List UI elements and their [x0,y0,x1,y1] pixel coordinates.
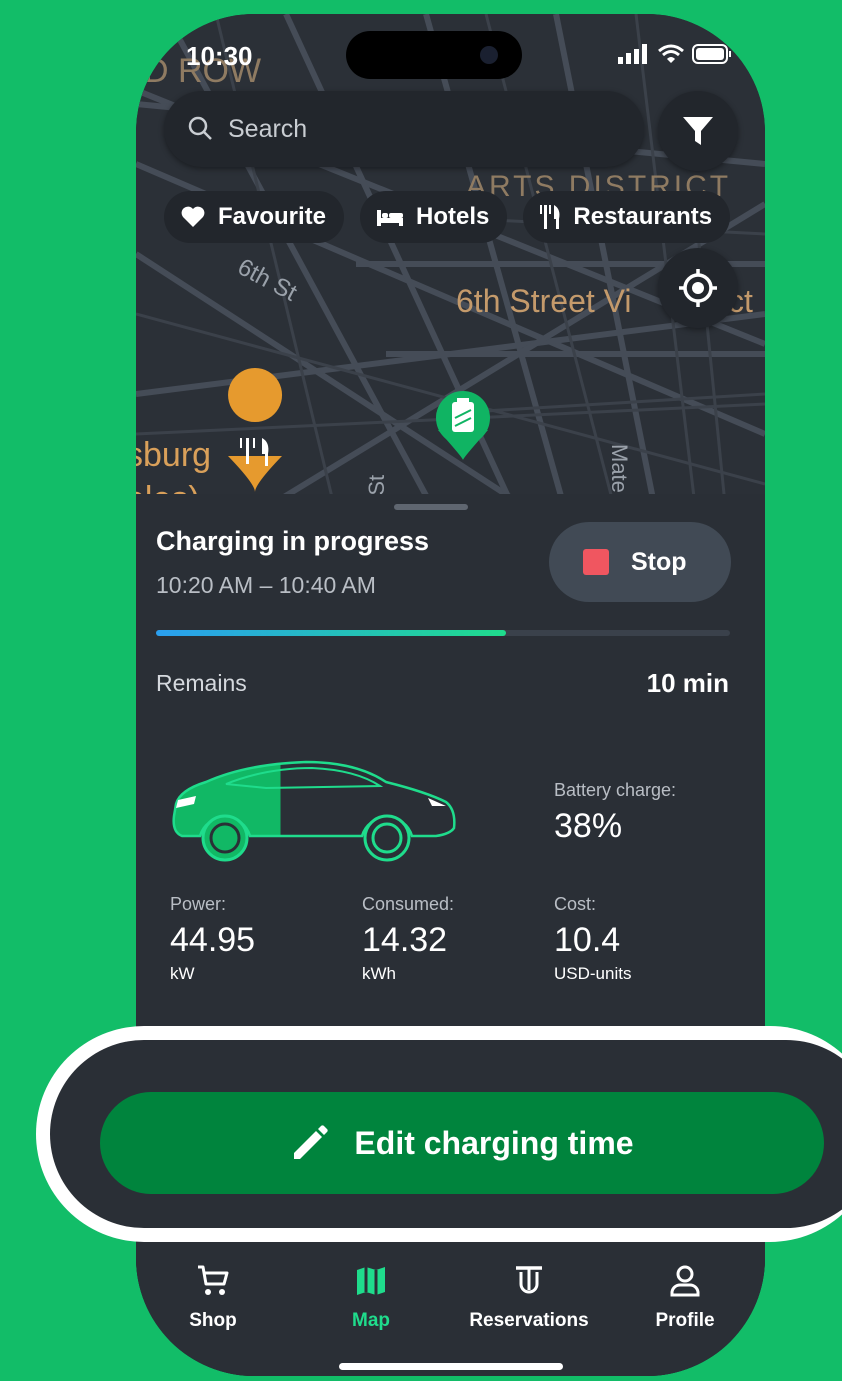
stop-button[interactable]: Stop [549,522,731,602]
battery-icon [692,44,731,64]
tab-reservations[interactable]: Reservations [454,1262,604,1332]
chip-label: Favourite [218,203,327,230]
person-icon [670,1265,700,1297]
chip-label: Restaurants [573,203,713,230]
charging-time-range: 10:20 AM – 10:40 AM [156,572,376,598]
map-label-6th-st: 6th St [233,253,301,306]
search-placeholder: Search [228,114,308,143]
battery-value: 38% [554,807,623,845]
map-label-6th-village: 6th Street Vi [456,283,632,319]
consumed-stat: Consumed: 14.32 kWh [362,894,454,984]
map-label-burg: sburg [136,436,211,474]
filter-icon [683,117,713,145]
power-stat: Power: 44.95 kW [170,894,255,984]
tab-profile[interactable]: Profile [610,1262,760,1332]
status-time: 10:30 [186,41,253,71]
chip-hotels[interactable]: Hotels [360,191,508,243]
fork-knife-icon [540,205,560,229]
battery-stat: Battery charge: 38% [554,780,676,846]
stop-square-icon [583,549,609,575]
consumed-label: Consumed: [362,894,455,914]
tab-label: Reservations [469,1310,589,1331]
home-indicator [339,1363,563,1370]
status-icons [618,44,732,64]
remains-label: Remains [156,670,247,696]
dynamic-island [346,31,522,79]
cost-value: 10.4 [554,921,621,959]
stop-label: Stop [631,547,687,576]
locate-button[interactable] [658,248,738,328]
cart-icon [198,1265,229,1295]
pencil-icon [294,1125,329,1159]
edit-charging-time-button[interactable]: Edit charging time [100,1092,824,1194]
chip-label: Hotels [416,203,490,230]
sheet-handle[interactable] [394,504,468,510]
remains-value: 10 min [646,668,729,698]
tab-shop[interactable]: Shop [138,1262,288,1332]
charging-title: Charging in progress [156,526,430,556]
charging-progress-bar [156,630,730,636]
edit-label: Edit charging time [354,1124,634,1161]
search-icon [188,116,212,140]
car-illustration-icon [172,760,456,862]
heart-icon [181,206,205,227]
wifi-icon [658,44,684,63]
category-chips: Favourite Hotels Restaurants [164,191,731,243]
power-value: 44.95 [170,921,256,959]
chip-restaurants[interactable]: Restaurants [523,191,731,243]
signal-icon [618,44,647,64]
battery-label: Battery charge: [554,780,677,800]
tab-label: Map [352,1310,390,1331]
map-label-mate: Mate [607,444,632,493]
cost-label: Cost: [554,894,597,914]
power-label: Power: [170,894,227,914]
edit-highlight-frame: Edit charging time [36,1026,842,1242]
search-bar[interactable]: Search [164,91,644,167]
tab-label: Profile [655,1310,715,1331]
charger-pin-icon[interactable] [436,391,490,460]
tab-label: Shop [189,1310,237,1331]
edit-highlight-inner: Edit charging time [50,1040,842,1228]
map-icon [357,1267,385,1295]
power-unit: kW [170,964,195,983]
reservation-icon [516,1266,542,1294]
crosshair-icon [679,269,717,307]
cost-unit: USD-units [554,964,632,983]
consumed-unit: kWh [362,964,396,983]
tab-bar: Shop Map Reservations Profile [136,1244,765,1376]
bed-icon [377,210,404,226]
tab-map[interactable]: Map [296,1262,446,1332]
consumed-value: 14.32 [362,921,448,959]
cost-stat: Cost: 10.4 USD-units [554,894,631,984]
charging-progress-fill [156,630,507,636]
status-bar: 10:30 [136,14,765,94]
chip-favourite[interactable]: Favourite [164,191,345,243]
filter-button[interactable] [658,91,738,171]
